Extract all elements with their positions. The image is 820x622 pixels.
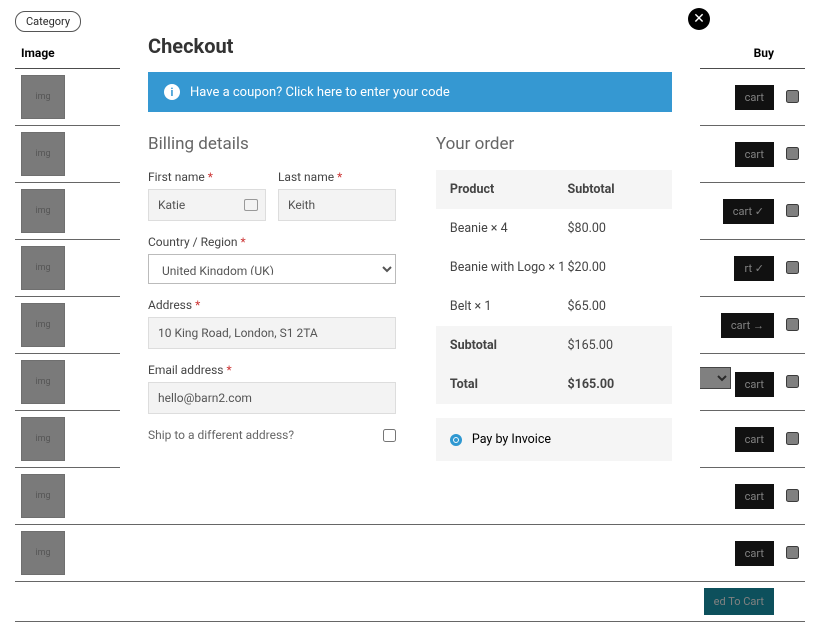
payment-label: Pay by Invoice	[472, 432, 551, 447]
row-checkbox[interactable]	[786, 147, 799, 160]
row-checkbox[interactable]	[786, 90, 799, 103]
add-to-cart-button[interactable]: cart →	[721, 313, 774, 338]
country-label: Country / Region *	[148, 235, 396, 249]
add-to-cart-button[interactable]: cart	[735, 85, 774, 110]
email-input[interactable]	[148, 382, 396, 414]
payment-method[interactable]: Pay by Invoice	[436, 418, 672, 461]
col-image: Image	[15, 38, 123, 69]
total-label: Total	[450, 377, 568, 392]
billing-heading: Billing details	[148, 134, 396, 154]
order-item-subtotal: $65.00	[568, 299, 658, 314]
order-col-subtotal: Subtotal	[568, 182, 658, 197]
ship-different-label: Ship to a different address?	[148, 428, 294, 442]
order-heading: Your order	[436, 134, 672, 154]
checkout-modal: Checkout i Have a coupon? Click here to …	[120, 16, 700, 518]
add-to-cart-button[interactable]: cart	[735, 142, 774, 167]
row-checkbox[interactable]	[786, 318, 799, 331]
add-to-cart-button[interactable]: cart	[735, 427, 774, 452]
row-checkbox[interactable]	[786, 375, 799, 388]
last-name-input[interactable]	[278, 189, 396, 221]
product-thumb[interactable]: img	[21, 132, 65, 176]
total-value: $165.00	[568, 377, 658, 392]
product-thumb[interactable]: img	[21, 189, 65, 233]
subtotal-label: Subtotal	[450, 338, 568, 353]
subtotal-value: $165.00	[568, 338, 658, 353]
add-to-cart-button[interactable]: cart ✓	[723, 199, 774, 224]
close-icon[interactable]: ✕	[688, 8, 710, 30]
add-to-cart-button[interactable]: cart	[735, 541, 774, 566]
ship-different-checkbox[interactable]	[383, 429, 396, 442]
order-item-name: Beanie × 4	[450, 221, 568, 236]
page-title: Checkout	[148, 34, 672, 58]
info-icon: i	[164, 84, 180, 100]
country-select[interactable]: United Kingdom (UK)	[148, 254, 396, 284]
order-summary: Product Subtotal Beanie × 4$80.00 Beanie …	[436, 170, 672, 404]
product-thumb[interactable]: img	[21, 303, 65, 347]
order-col-product: Product	[450, 182, 568, 197]
order-item-subtotal: $20.00	[568, 260, 658, 275]
coupon-banner[interactable]: i Have a coupon? Click here to enter you…	[148, 72, 672, 112]
add-to-cart-button[interactable]: cart	[735, 372, 774, 397]
address-label: Address *	[148, 298, 396, 312]
product-thumb[interactable]: img	[21, 75, 65, 119]
last-name-label: Last name *	[278, 170, 396, 184]
email-label: Email address *	[148, 363, 396, 377]
add-to-cart-button[interactable]: cart	[735, 484, 774, 509]
product-thumb[interactable]: img	[21, 417, 65, 461]
product-thumb[interactable]: img	[21, 531, 65, 575]
order-item-name: Beanie with Logo × 1	[450, 260, 568, 275]
radio-icon	[450, 434, 462, 446]
product-thumb[interactable]: img	[21, 246, 65, 290]
category-filter[interactable]: Category	[15, 11, 81, 32]
added-to-cart-button[interactable]: ed To Cart	[704, 588, 774, 615]
product-thumb[interactable]: img	[21, 360, 65, 404]
add-to-cart-button[interactable]: rt ✓	[734, 256, 774, 281]
row-checkbox[interactable]	[786, 489, 799, 502]
row-checkbox[interactable]	[786, 204, 799, 217]
coupon-text: Have a coupon? Click here to enter your …	[190, 85, 450, 100]
contact-icon	[244, 199, 258, 211]
order-item-name: Belt × 1	[450, 299, 568, 314]
row-checkbox[interactable]	[786, 432, 799, 445]
row-checkbox[interactable]	[786, 261, 799, 274]
address-input[interactable]	[148, 317, 396, 349]
product-thumb[interactable]: img	[21, 474, 65, 518]
first-name-label: First name *	[148, 170, 266, 184]
order-item-subtotal: $80.00	[568, 221, 658, 236]
row-checkbox[interactable]	[786, 546, 799, 559]
